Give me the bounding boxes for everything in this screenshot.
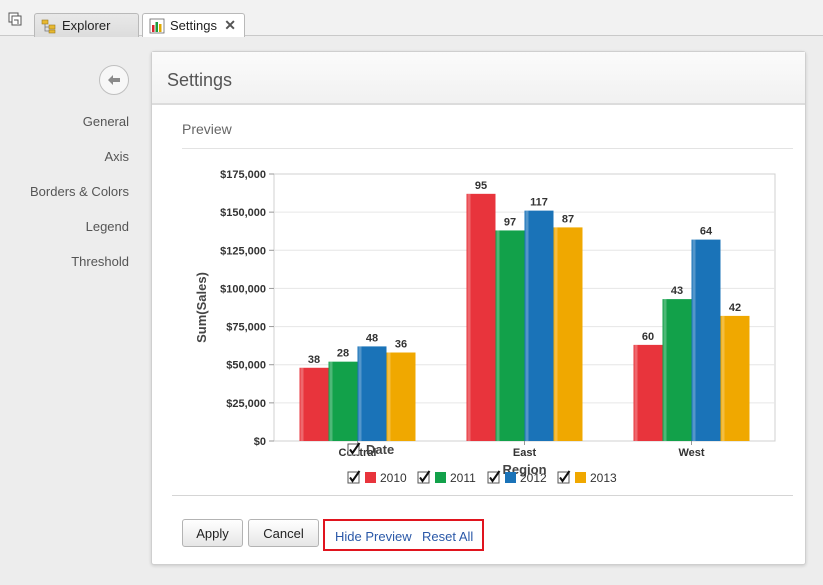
bar[interactable] <box>466 193 496 441</box>
legend-swatch <box>435 472 446 483</box>
y-tick-label: $175,000 <box>220 169 266 181</box>
restore-window-icon[interactable] <box>8 12 22 26</box>
y-tick-label: $0 <box>254 436 266 448</box>
bar-highlight <box>496 230 500 441</box>
bar-highlight <box>692 239 696 441</box>
chart-icon <box>149 18 165 33</box>
settings-panel: Settings Preview $0 $25,000 $50,000 $75,000… <box>151 51 806 565</box>
tab-settings[interactable]: Settings ✕ <box>142 13 245 37</box>
reset-all-link[interactable]: Reset All <box>422 529 473 544</box>
tab-bar: Explorer Settings ✕ <box>0 0 823 37</box>
divider <box>172 495 793 496</box>
nav-item-general[interactable]: General <box>0 112 138 147</box>
data-label: 38 <box>308 354 320 366</box>
bar[interactable] <box>633 344 663 441</box>
close-icon[interactable]: ✕ <box>224 17 236 34</box>
tab-settings-label: Settings <box>170 18 217 33</box>
data-label: 28 <box>337 348 349 360</box>
arrow-left-icon <box>108 75 120 85</box>
cancel-button[interactable]: Cancel <box>248 519 319 547</box>
nav-item-threshold[interactable]: Threshold <box>0 252 138 287</box>
bar-highlight <box>358 346 362 441</box>
y-tick-label: $150,000 <box>220 207 266 219</box>
y-tick-label: $75,000 <box>226 322 266 334</box>
data-label: 117 <box>530 197 548 209</box>
bar-highlight <box>300 367 304 441</box>
bar-highlight <box>329 361 333 441</box>
panel-title: Settings <box>152 52 805 105</box>
legend-swatch <box>505 472 516 483</box>
legend-swatch <box>575 472 586 483</box>
legend-title: Date <box>366 442 394 457</box>
data-label: 36 <box>395 339 407 351</box>
bar[interactable] <box>720 315 750 441</box>
bar-chart: $0 $25,000 $50,000 $75,000 $100,000 $125,000 $… <box>194 169 776 485</box>
bar[interactable] <box>691 239 721 441</box>
data-label: 97 <box>504 216 516 228</box>
bar[interactable] <box>386 352 416 441</box>
bar-highlight <box>663 299 667 441</box>
back-button[interactable] <box>99 65 129 95</box>
apply-button[interactable]: Apply <box>182 519 243 547</box>
bar[interactable] <box>357 346 387 441</box>
tab-explorer-label: Explorer <box>62 18 111 33</box>
data-label: 95 <box>475 180 487 192</box>
legend-label: 2011 <box>450 471 476 485</box>
data-label: 42 <box>729 302 741 314</box>
nav-item-legend[interactable]: Legend <box>0 217 138 252</box>
nav-item-borders-colors[interactable]: Borders & Colors <box>0 182 138 217</box>
highlight-box: Hide Preview Reset All <box>323 519 484 551</box>
preview-label: Preview <box>182 121 232 137</box>
x-tick-label: West <box>678 447 704 459</box>
y-tick-label: $25,000 <box>226 398 266 410</box>
bar[interactable] <box>328 361 358 441</box>
data-label: 43 <box>671 285 683 297</box>
data-label: 60 <box>642 331 654 343</box>
data-label: 48 <box>366 332 378 344</box>
y-tick-label: $100,000 <box>220 283 266 295</box>
legend-label: 2012 <box>520 471 547 485</box>
y-axis-label: Sum(Sales) <box>194 272 209 343</box>
bar[interactable] <box>299 367 329 441</box>
data-label: 87 <box>562 213 574 225</box>
nav-item-axis[interactable]: Axis <box>0 147 138 182</box>
bar-highlight <box>634 344 638 441</box>
bar-highlight <box>554 227 558 441</box>
settings-nav: General Axis Borders & Colors Legend Thr… <box>0 112 138 287</box>
chart-preview: $0 $25,000 $50,000 $75,000 $100,000 $125,000 $… <box>182 158 793 488</box>
data-label: 64 <box>700 226 713 238</box>
legend-swatch <box>365 472 376 483</box>
bar-highlight <box>721 315 725 441</box>
tab-explorer[interactable]: Explorer <box>34 13 139 37</box>
divider <box>182 148 793 149</box>
hide-preview-link[interactable]: Hide Preview <box>335 529 412 544</box>
legend-label: 2010 <box>380 471 407 485</box>
bar[interactable] <box>495 230 525 441</box>
y-tick-label: $125,000 <box>220 245 266 257</box>
bar-highlight <box>387 352 391 441</box>
bar[interactable] <box>662 299 692 441</box>
bar-highlight <box>467 193 471 441</box>
bar[interactable] <box>524 210 554 441</box>
x-tick-label: East <box>513 447 537 459</box>
explorer-icon <box>41 19 56 33</box>
y-tick-label: $50,000 <box>226 360 266 372</box>
legend-label: 2013 <box>590 471 617 485</box>
bar-highlight <box>525 210 529 441</box>
bar[interactable] <box>553 227 583 441</box>
